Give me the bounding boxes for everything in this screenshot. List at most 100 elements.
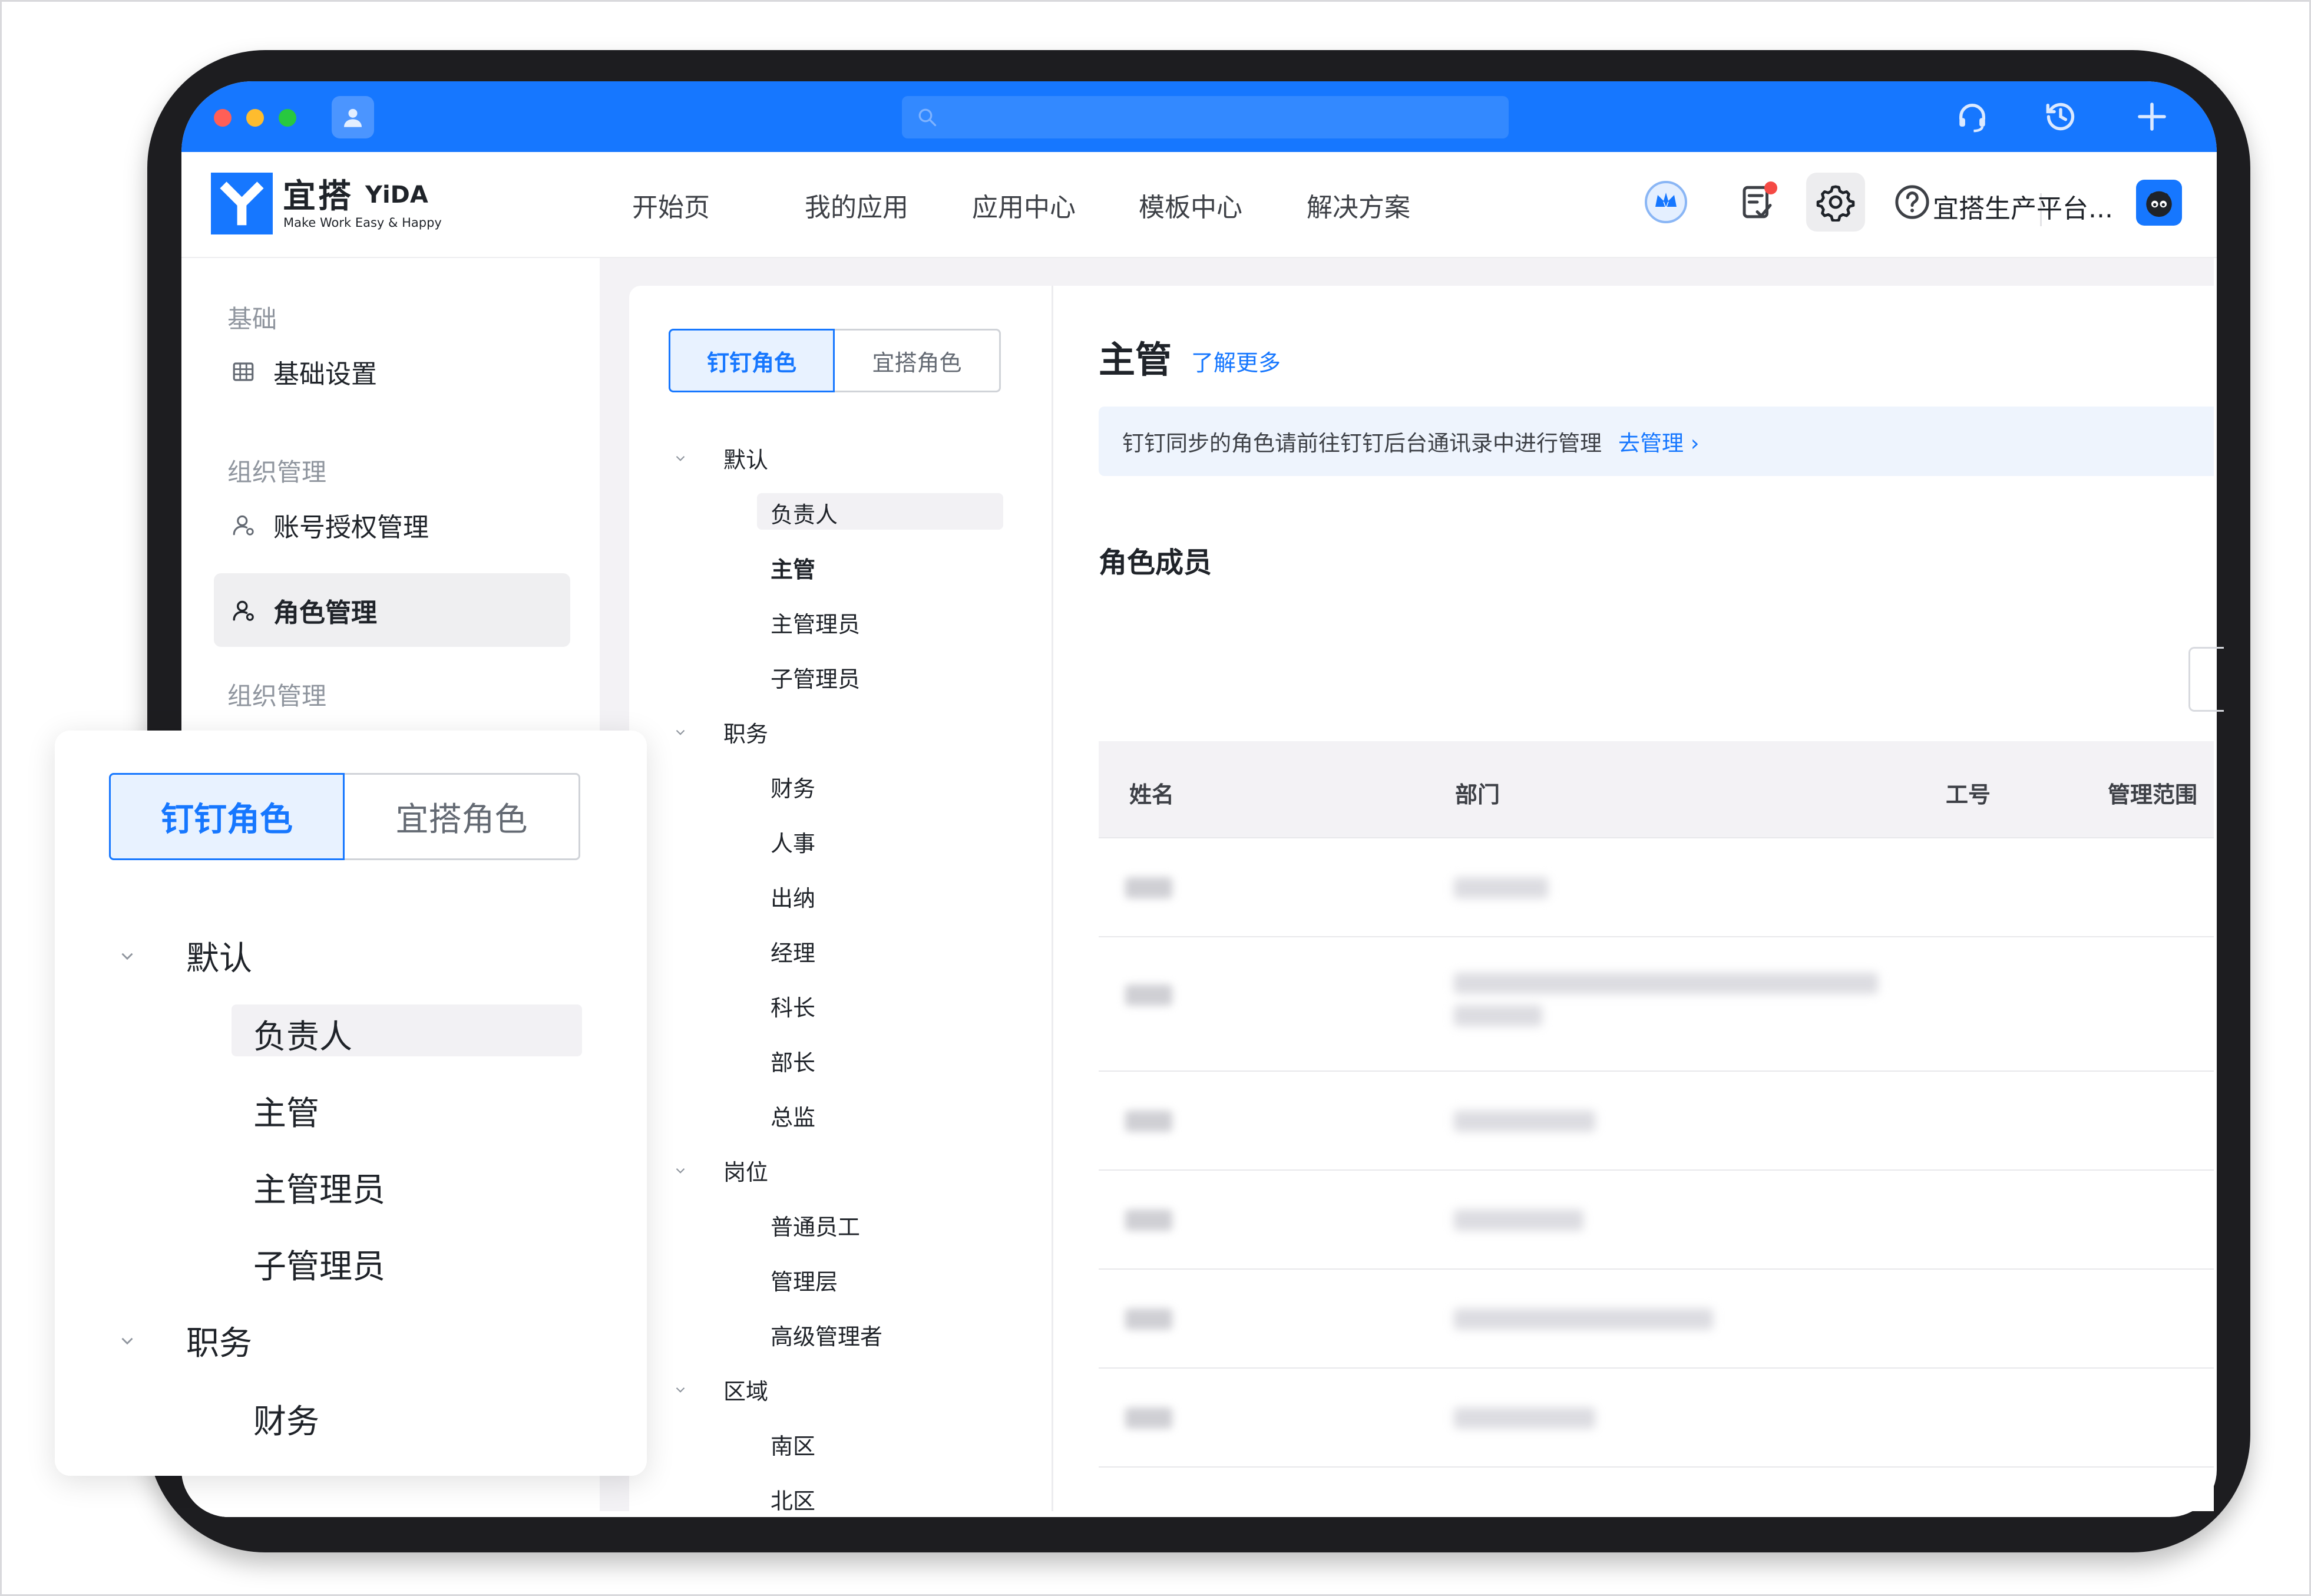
- members-title: 角色成员: [1099, 546, 1212, 579]
- chevron-down-icon: [672, 725, 689, 740]
- tree-item-finance[interactable]: 财务: [771, 771, 815, 803]
- tree-item-director[interactable]: 总监: [771, 1099, 815, 1132]
- tree-group-label: 默认: [723, 447, 769, 473]
- redacted-name: [1125, 1111, 1172, 1132]
- tree-group-label: 职务: [186, 1324, 252, 1363]
- close-window-button[interactable]: [214, 109, 232, 127]
- redacted-department: [1454, 1005, 1542, 1026]
- org-switcher[interactable]: 宜搭生产平台...: [1933, 187, 2113, 225]
- redacted-department: [1454, 1407, 1595, 1429]
- tree-item-sub-admin[interactable]: 子管理员: [771, 661, 860, 693]
- table-row[interactable]: [1099, 1171, 2214, 1270]
- sidebar-item-label: 基础设置: [273, 359, 377, 389]
- sidebar-group-org: 组织管理: [227, 458, 327, 487]
- chevron-down-icon: [117, 1331, 138, 1351]
- tree-group-duty[interactable]: 职务: [672, 716, 768, 748]
- nav-my-apps[interactable]: 我的应用: [805, 186, 908, 224]
- tree-item-section-chief[interactable]: 科长: [771, 990, 815, 1022]
- history-icon[interactable]: [2037, 93, 2084, 140]
- gear-icon[interactable]: [1806, 173, 1865, 232]
- sidebar-item-basic-settings[interactable]: 基础设置: [214, 335, 570, 408]
- members-table: 姓名 部门 工号 管理范围: [1099, 741, 2214, 1468]
- table-header: 姓名 部门 工号 管理范围: [1099, 741, 2214, 838]
- redacted-department: [1454, 1111, 1595, 1132]
- callout-tree-item-sub-admin[interactable]: 子管理员: [253, 1240, 385, 1288]
- members-toolbar-button[interactable]: [2188, 647, 2224, 712]
- tree-item-senior-management[interactable]: 高级管理者: [771, 1319, 882, 1351]
- sidebar-item-account-auth[interactable]: 账号授权管理: [214, 488, 570, 561]
- callout-tab-yida-roles[interactable]: 宜搭角色: [345, 773, 580, 860]
- tree-item-minister[interactable]: 部长: [771, 1045, 815, 1077]
- table-row[interactable]: [1099, 1270, 2214, 1369]
- tree-item-south[interactable]: 南区: [771, 1428, 815, 1460]
- sidebar-item-label: 账号授权管理: [273, 512, 429, 543]
- nav-app-center[interactable]: 应用中心: [972, 186, 1076, 224]
- redacted-name: [1125, 1308, 1172, 1330]
- go-manage-link[interactable]: 去管理 ›: [1618, 425, 1700, 457]
- tree-item-main-admin[interactable]: 主管理员: [771, 606, 860, 639]
- callout-tree-item-main-admin[interactable]: 主管理员: [253, 1164, 385, 1211]
- minimize-window-button[interactable]: [246, 109, 264, 127]
- nav-start-page[interactable]: 开始页: [632, 186, 710, 224]
- sidebar-group-org-2: 组织管理: [227, 682, 327, 711]
- tree-item-supervisor[interactable]: 主管: [771, 551, 815, 584]
- callout-tree-item-supervisor[interactable]: 主管: [253, 1087, 319, 1135]
- logo-name: 宜搭: [283, 177, 353, 216]
- table-row[interactable]: [1099, 937, 2214, 1072]
- redacted-department: [1454, 1210, 1583, 1231]
- tree-group-label: 职务: [723, 721, 769, 747]
- table-row[interactable]: [1099, 838, 2214, 937]
- sidebar-item-label: 角色管理: [273, 597, 377, 628]
- table-row[interactable]: [1099, 1072, 2214, 1171]
- tree-item-manager[interactable]: 经理: [771, 935, 815, 967]
- window-titlebar: [181, 81, 2217, 152]
- tree-item-hr[interactable]: 人事: [771, 825, 815, 858]
- chevron-down-icon: [672, 451, 689, 466]
- app-header: 宜搭 YiDA Make Work Easy & Happy 开始页 我的应用 …: [181, 152, 2217, 258]
- yida-logo-icon[interactable]: [211, 173, 273, 234]
- tree-group-default[interactable]: 默认: [672, 442, 768, 474]
- redacted-name: [1125, 984, 1172, 1006]
- logo-tagline: Make Work Easy & Happy: [283, 216, 442, 230]
- sync-notice-banner: 钉钉同步的角色请前往钉钉后台通讯录中进行管理 去管理 ›: [1099, 407, 2214, 476]
- callout-tree-item-owner[interactable]: 负责人: [253, 1010, 352, 1058]
- svg-text:V: V: [1663, 201, 1669, 210]
- tree-group-position[interactable]: 岗位: [672, 1154, 768, 1187]
- tree-item-owner[interactable]: 负责人: [771, 497, 838, 529]
- plus-icon[interactable]: [2128, 93, 2176, 140]
- global-search-input[interactable]: [902, 96, 1509, 138]
- crown-badge-icon[interactable]: V: [1636, 173, 1695, 232]
- notification-dot: [1764, 181, 1777, 194]
- tab-yida-roles[interactable]: 宜搭角色: [835, 329, 1001, 392]
- logo-brand: YiDA: [365, 181, 428, 209]
- tree-item-north[interactable]: 北区: [771, 1483, 815, 1515]
- callout-tab-dingtalk-roles[interactable]: 钉钉角色: [109, 773, 345, 860]
- user-icon[interactable]: [332, 96, 374, 138]
- tree-group-label: 区域: [723, 1379, 769, 1405]
- tab-dingtalk-roles[interactable]: 钉钉角色: [669, 329, 835, 392]
- avatar[interactable]: [2136, 180, 2182, 226]
- tree-item-cashier[interactable]: 出纳: [771, 880, 815, 913]
- callout-tree-item-finance[interactable]: 财务: [253, 1395, 319, 1443]
- redacted-name: [1125, 1210, 1172, 1231]
- callout-role-source-tabs: 钉钉角色 宜搭角色: [109, 773, 580, 860]
- table-row[interactable]: [1099, 1369, 2214, 1468]
- sidebar-group-basic: 基础: [227, 305, 277, 333]
- callout-tree-group-default[interactable]: 默认: [117, 932, 252, 980]
- role-source-tabs: 钉钉角色 宜搭角色: [669, 329, 1001, 392]
- tree-item-staff[interactable]: 普通员工: [771, 1209, 860, 1241]
- todo-icon[interactable]: [1728, 173, 1787, 232]
- tree-item-management[interactable]: 管理层: [771, 1264, 838, 1296]
- redacted-name: [1125, 1407, 1172, 1429]
- headset-icon[interactable]: [1949, 93, 1996, 140]
- tree-group-region[interactable]: 区域: [672, 1373, 768, 1406]
- nav-solutions[interactable]: 解决方案: [1307, 186, 1410, 224]
- role-icon: [229, 596, 258, 625]
- learn-more-link[interactable]: 了解更多: [1191, 345, 1281, 377]
- column-header-name: 姓名: [1129, 782, 1175, 808]
- maximize-window-button[interactable]: [279, 109, 296, 127]
- nav-template-center[interactable]: 模板中心: [1139, 186, 1242, 224]
- tree-group-label: 岗位: [723, 1159, 769, 1185]
- callout-tree-group-duty[interactable]: 职务: [117, 1317, 252, 1364]
- sidebar-item-role-management[interactable]: 角色管理: [214, 573, 570, 647]
